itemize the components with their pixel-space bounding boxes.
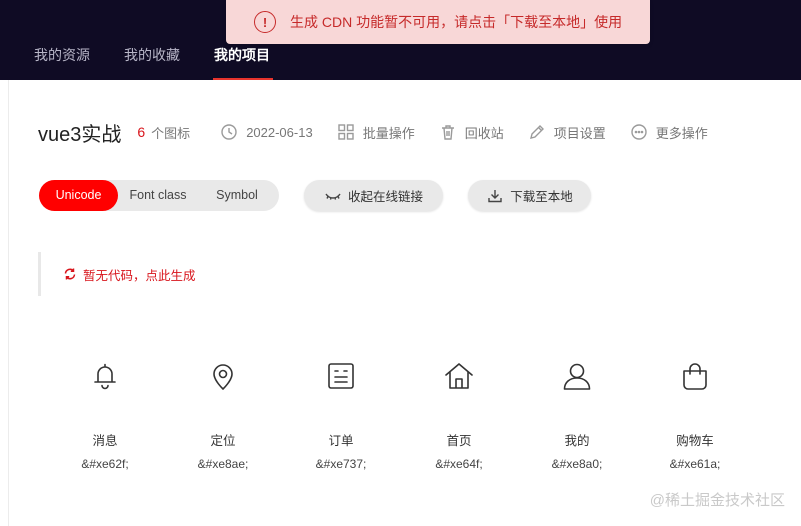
icon-name: 首页 <box>446 434 472 448</box>
project-header: vue3实战 6 个图标 2022-06-13 批量操作 回收站 项目设置 更多… <box>38 118 732 146</box>
icon-count: 6 <box>137 124 146 140</box>
user-icon <box>563 363 591 390</box>
divider <box>8 80 9 526</box>
icon-code: &#xe61a; <box>669 457 721 471</box>
download-local-button[interactable]: 下载至本地 <box>468 180 591 211</box>
project-settings-button[interactable]: 项目设置 <box>528 123 606 142</box>
icon-name: 购物车 <box>676 434 714 448</box>
icon-name: 订单 <box>328 434 354 448</box>
icon-code: &#xe8ae; <box>197 457 249 471</box>
shopping-bag-icon <box>683 363 707 390</box>
icon-grid: 消息 &#xe62f; 定位 &#xe8ae; 订单 &#xe737; 首页 &… <box>46 360 754 471</box>
more-dots-icon <box>631 124 647 140</box>
icon-name: 我的 <box>564 434 590 448</box>
pencil-icon <box>529 125 544 139</box>
collapse-online-link-label: 收起在线链接 <box>347 190 423 204</box>
more-operations-label: 更多操作 <box>655 125 708 141</box>
grid-icon <box>337 124 354 140</box>
icon-code: &#xe737; <box>315 457 367 471</box>
recycle-bin-label: 回收站 <box>464 125 504 141</box>
download-icon <box>488 189 502 202</box>
icon-card[interactable]: 我的 &#xe8a0; <box>518 360 636 471</box>
icon-card[interactable]: 首页 &#xe64f; <box>400 360 518 471</box>
icon-card[interactable]: 消息 &#xe62f; <box>46 360 164 471</box>
project-date-text: 2022-06-13 <box>246 124 313 140</box>
more-operations-button[interactable]: 更多操作 <box>630 123 708 142</box>
collapse-online-link-button[interactable]: 收起在线链接 <box>304 180 443 211</box>
error-toast: ! 生成 CDN 功能暂不可用，请点击「下载至本地」使用 <box>226 0 650 44</box>
icon-code: &#xe64f; <box>435 457 483 471</box>
icon-card[interactable]: 购物车 &#xe61a; <box>636 360 754 471</box>
icon-code: &#xe62f; <box>81 457 129 471</box>
generate-code-link[interactable]: 暂无代码，点此生成 <box>83 265 196 284</box>
download-local-label: 下载至本地 <box>510 190 573 204</box>
icon-card[interactable]: 定位 &#xe8ae; <box>164 360 282 471</box>
project-settings-label: 项目设置 <box>553 125 606 141</box>
toast-message: 生成 CDN 功能暂不可用，请点击「下载至本地」使用 <box>290 14 623 30</box>
tab-font-class[interactable]: Font class <box>118 180 198 211</box>
tab-unicode[interactable]: Unicode <box>39 180 118 211</box>
tab-symbol[interactable]: Symbol <box>198 180 276 211</box>
nav-my-projects[interactable]: 我的项目 <box>213 38 273 80</box>
recycle-bin-button[interactable]: 回收站 <box>439 123 504 142</box>
batch-operation-button[interactable]: 批量操作 <box>337 123 415 142</box>
icon-code: &#xe8a0; <box>551 457 603 471</box>
trash-icon <box>441 125 454 140</box>
nav-my-favorites[interactable]: 我的收藏 <box>124 38 180 80</box>
project-title: vue3实战 <box>38 123 122 146</box>
nav-my-resources[interactable]: 我的资源 <box>34 38 90 80</box>
icon-name: 消息 <box>92 434 118 448</box>
icon-name: 定位 <box>210 434 236 448</box>
code-panel: 暂无代码，点此生成 <box>38 252 801 296</box>
closed-eye-icon <box>325 193 341 200</box>
icon-count-label: 个图标 <box>151 125 191 141</box>
watermark: @稀土掘金技术社区 <box>649 492 785 509</box>
code-type-tabs: Unicode Font class Symbol <box>39 180 279 211</box>
location-pin-icon <box>213 364 233 390</box>
clock-icon <box>221 124 237 140</box>
exclamation-circle-icon: ! <box>254 11 276 33</box>
order-list-icon <box>328 363 354 389</box>
main-nav: 我的资源 我的收藏 我的项目 <box>34 38 304 80</box>
bell-icon <box>94 363 116 390</box>
project-date: 2022-06-13 <box>220 123 313 141</box>
batch-operation-label: 批量操作 <box>362 125 415 141</box>
home-icon <box>445 363 473 389</box>
icon-card[interactable]: 订单 &#xe737; <box>282 360 400 471</box>
refresh-icon <box>64 268 76 280</box>
